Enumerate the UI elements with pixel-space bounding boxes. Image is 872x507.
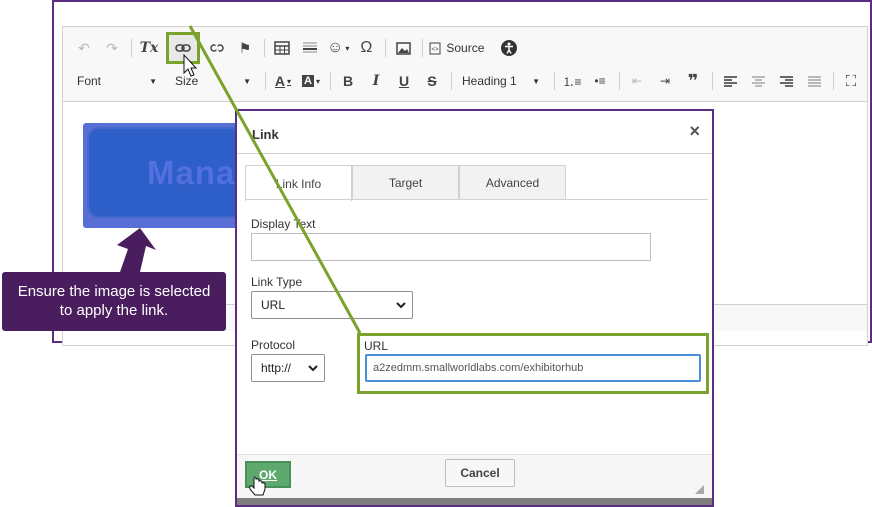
image-button-graphic: Mana bbox=[87, 127, 244, 218]
text-color-icon[interactable]: A ▾ bbox=[272, 70, 294, 92]
link-type-value: URL bbox=[261, 298, 286, 312]
justify-icon[interactable] bbox=[803, 70, 825, 92]
link-button[interactable] bbox=[166, 32, 200, 64]
display-text-label: Display Text bbox=[251, 217, 316, 231]
emoji-icon[interactable]: ☺ ▾ bbox=[327, 37, 349, 59]
display-text-field[interactable] bbox=[251, 233, 651, 261]
toolbar-row-1: ↶ ↷ Tx ⚑ ☺ ▾ Ω <> Source bbox=[73, 32, 526, 64]
cancel-button[interactable]: Cancel bbox=[445, 459, 515, 487]
toolbar-separator bbox=[330, 72, 331, 90]
toolbar-separator bbox=[131, 39, 132, 57]
toolbar-separator bbox=[385, 39, 387, 57]
chevron-down-icon bbox=[396, 301, 406, 308]
undo-icon[interactable]: ↶ bbox=[73, 37, 95, 59]
close-icon[interactable]: × bbox=[689, 121, 700, 142]
editor-toolbar: ↶ ↷ Tx ⚑ ☺ ▾ Ω <> Source Font ▼ Size ▼ A… bbox=[63, 27, 867, 102]
toolbar-separator bbox=[264, 39, 265, 57]
unlink-icon bbox=[210, 43, 224, 53]
toolbar-separator bbox=[619, 72, 620, 90]
chevron-down-icon: ▼ bbox=[532, 76, 540, 86]
image-text: Mana bbox=[147, 153, 236, 191]
bold-button[interactable]: B bbox=[337, 70, 359, 92]
dialog-title: Link bbox=[252, 127, 279, 142]
link-icon bbox=[175, 44, 191, 52]
size-select[interactable]: Size ▼ bbox=[171, 74, 255, 88]
tab-divider bbox=[245, 199, 708, 200]
dialog-tabs: Link Info Target Advanced bbox=[245, 165, 566, 201]
toolbar-row-2: Font ▼ Size ▼ A ▾ A ▾ B I U S Heading 1 ▼ ⒈≡ … bbox=[73, 69, 868, 93]
accessibility-button[interactable] bbox=[498, 37, 520, 59]
link-type-label: Link Type bbox=[251, 275, 303, 289]
source-icon: <> bbox=[429, 42, 441, 54]
toolbar-separator bbox=[422, 39, 424, 57]
font-select[interactable]: Font ▼ bbox=[73, 74, 161, 88]
table-button[interactable] bbox=[271, 37, 293, 59]
toolbar-separator bbox=[712, 72, 713, 90]
chevron-down-icon: ▼ bbox=[243, 76, 251, 86]
align-center-icon[interactable] bbox=[747, 70, 769, 92]
anchor-flag-icon[interactable]: ⚑ bbox=[234, 37, 256, 59]
outdent-icon[interactable]: ⇤ bbox=[626, 70, 648, 92]
link-type-select[interactable]: URL bbox=[251, 291, 413, 319]
toolbar-separator bbox=[554, 72, 555, 90]
url-highlight-box: URL a2zedmm.smallworldlabs.com/exhibitor… bbox=[357, 333, 709, 394]
url-label: URL bbox=[364, 339, 389, 353]
image-icon bbox=[396, 41, 411, 55]
accessibility-icon bbox=[501, 40, 518, 56]
selected-image[interactable]: Mana bbox=[83, 123, 248, 228]
heading-label: Heading 1 bbox=[462, 74, 517, 88]
table-icon bbox=[274, 41, 290, 55]
ok-button[interactable]: OK bbox=[245, 461, 291, 488]
tab-advanced[interactable]: Advanced bbox=[459, 165, 566, 199]
dialog-bottom-shadow bbox=[237, 498, 712, 505]
protocol-value: http:// bbox=[261, 361, 292, 375]
strikethrough-button[interactable]: S bbox=[421, 70, 443, 92]
unlink-button[interactable] bbox=[206, 37, 228, 59]
font-label: Font bbox=[77, 74, 102, 88]
remove-format-icon[interactable]: Tx bbox=[138, 37, 160, 59]
toolbar-separator bbox=[833, 72, 834, 90]
chevron-down-icon: ▼ bbox=[149, 76, 157, 86]
align-left-icon[interactable] bbox=[719, 70, 741, 92]
tab-link-info[interactable]: Link Info bbox=[245, 165, 352, 201]
align-right-icon[interactable] bbox=[775, 70, 797, 92]
svg-text:<>: <> bbox=[432, 47, 440, 53]
resize-handle[interactable] bbox=[695, 485, 704, 494]
size-label: Size bbox=[175, 74, 199, 88]
numbered-list-icon[interactable]: ⒈≡ bbox=[561, 70, 583, 92]
tab-target[interactable]: Target bbox=[352, 165, 459, 199]
toolbar-separator bbox=[451, 72, 452, 90]
dialog-footer: OK Cancel bbox=[237, 454, 712, 498]
source-button[interactable]: <> Source bbox=[429, 37, 484, 59]
blockquote-icon[interactable]: ❞ bbox=[682, 70, 704, 92]
italic-button[interactable]: I bbox=[365, 70, 387, 92]
indent-icon[interactable]: ⇥ bbox=[654, 70, 676, 92]
dialog-header: Link × bbox=[237, 111, 712, 154]
link-dialog: Link × Link Info Target Advanced Display… bbox=[235, 109, 714, 507]
horizontal-line-button[interactable] bbox=[299, 37, 321, 59]
toolbar-separator bbox=[265, 72, 266, 90]
redo-icon[interactable]: ↷ bbox=[101, 37, 123, 59]
instruction-callout: Ensure the image is selected to apply th… bbox=[2, 272, 226, 331]
url-input[interactable]: a2zedmm.smallworldlabs.com/exhibitorhub bbox=[365, 354, 701, 382]
maximize-icon[interactable]: ⛶ bbox=[840, 70, 862, 92]
horizontal-line-icon bbox=[303, 42, 317, 53]
chevron-down-icon bbox=[308, 364, 318, 371]
omega-icon[interactable]: Ω bbox=[355, 37, 377, 59]
callout-text: Ensure the image is selected to apply th… bbox=[17, 282, 211, 319]
format-select[interactable]: Heading 1 ▼ bbox=[458, 74, 544, 88]
protocol-label: Protocol bbox=[251, 338, 296, 352]
bulleted-list-icon[interactable]: •≡ bbox=[589, 70, 611, 92]
protocol-select[interactable]: http:// bbox=[251, 354, 325, 382]
background-color-icon[interactable]: A ▾ bbox=[300, 70, 322, 92]
underline-button[interactable]: U bbox=[393, 70, 415, 92]
image-button[interactable] bbox=[392, 37, 414, 59]
